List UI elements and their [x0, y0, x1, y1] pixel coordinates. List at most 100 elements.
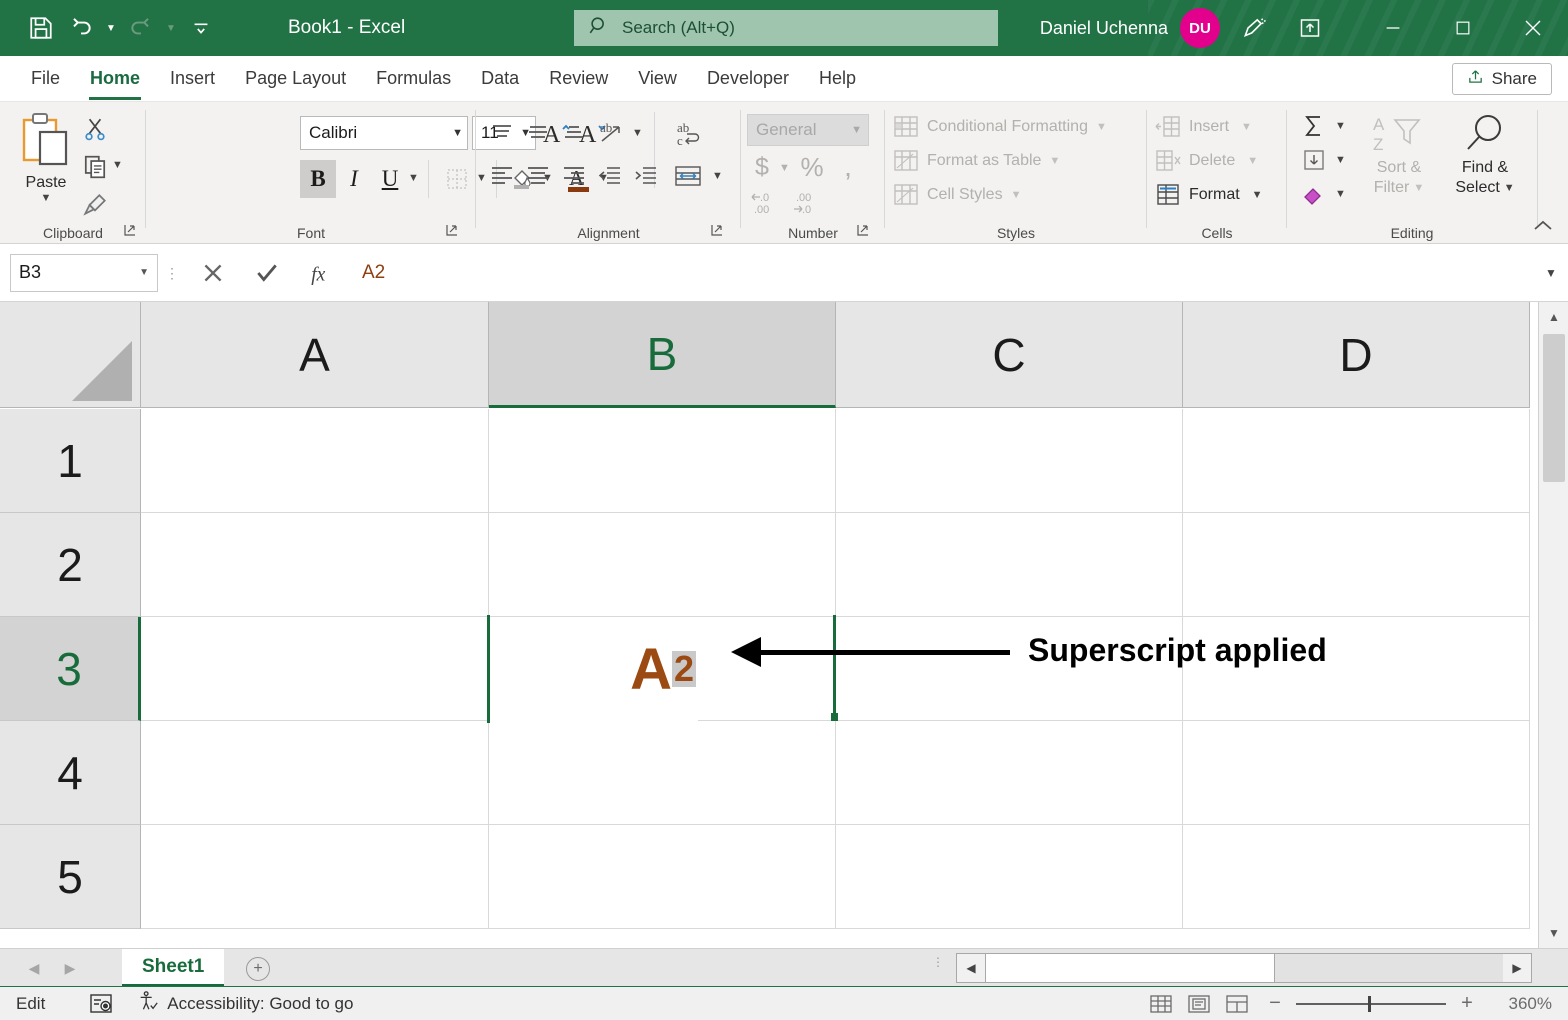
- next-sheet-icon[interactable]: ▶: [58, 957, 82, 979]
- column-header-b[interactable]: B: [489, 302, 836, 408]
- minimize-button[interactable]: [1358, 0, 1428, 56]
- horizontal-split-grip[interactable]: ⋮: [932, 960, 944, 965]
- vertical-scrollbar[interactable]: ▲ ▼: [1538, 302, 1568, 948]
- zoom-in-button[interactable]: +: [1450, 992, 1484, 1015]
- cell-a5[interactable]: [141, 825, 489, 929]
- conditional-formatting-dropdown-icon[interactable]: ▼: [1096, 121, 1107, 133]
- formula-bar-grip[interactable]: ⋮: [158, 271, 186, 275]
- underline-button[interactable]: U: [372, 160, 408, 198]
- tab-data[interactable]: Data: [466, 56, 534, 102]
- paste-button[interactable]: Paste ▼: [10, 110, 82, 222]
- cell-b2[interactable]: [489, 513, 836, 617]
- expand-formula-bar-icon[interactable]: ▼: [1534, 266, 1568, 280]
- cell-a4[interactable]: [141, 721, 489, 825]
- redo-dropdown-icon[interactable]: ▼: [162, 9, 180, 47]
- sheet-tab-sheet1[interactable]: Sheet1: [122, 949, 224, 987]
- accounting-dropdown-icon[interactable]: ▼: [779, 162, 790, 174]
- previous-sheet-icon[interactable]: ◀: [22, 957, 46, 979]
- cell-a2[interactable]: [141, 513, 489, 617]
- horizontal-scrollbar[interactable]: ◀ ▶: [956, 953, 1532, 983]
- customize-quick-access-toolbar-icon[interactable]: [182, 9, 220, 47]
- cell-c1[interactable]: [836, 409, 1183, 513]
- column-header-c[interactable]: C: [836, 302, 1183, 408]
- autosum-button[interactable]: [1295, 110, 1333, 142]
- horizontal-scroll-thumb[interactable]: [985, 954, 1275, 982]
- accounting-format-button[interactable]: $: [747, 150, 777, 184]
- cell-a1[interactable]: [141, 409, 489, 513]
- collapse-ribbon-icon[interactable]: [1532, 217, 1554, 240]
- fill-dropdown-icon[interactable]: ▼: [1335, 154, 1346, 166]
- orientation-dropdown-icon[interactable]: ▼: [632, 127, 643, 139]
- format-as-table-dropdown-icon[interactable]: ▼: [1049, 155, 1060, 167]
- active-cell-editor[interactable]: A2: [489, 617, 698, 721]
- font-name-input[interactable]: Calibri ▼: [300, 116, 468, 150]
- insert-cells-button[interactable]: Insert ▼: [1155, 112, 1252, 142]
- maximize-button[interactable]: [1428, 0, 1498, 56]
- normal-view-icon[interactable]: [1144, 991, 1178, 1017]
- insert-cells-dropdown-icon[interactable]: ▼: [1241, 121, 1252, 133]
- paste-dropdown-icon[interactable]: ▼: [41, 192, 52, 204]
- cell-c4[interactable]: [836, 721, 1183, 825]
- center-align-button[interactable]: [520, 158, 556, 192]
- cell-styles-button[interactable]: Cell Styles ▼: [893, 180, 1021, 210]
- clipboard-dialog-launcher[interactable]: [122, 222, 140, 240]
- cell-c5[interactable]: [836, 825, 1183, 929]
- align-right-button[interactable]: [556, 158, 592, 192]
- cell-d4[interactable]: [1183, 721, 1530, 825]
- tab-developer[interactable]: Developer: [692, 56, 804, 102]
- undo-icon[interactable]: [62, 9, 100, 47]
- row-header-1[interactable]: 1: [0, 409, 141, 513]
- undo-dropdown-icon[interactable]: ▼: [102, 9, 120, 47]
- page-break-preview-icon[interactable]: [1220, 991, 1254, 1017]
- cell-b4[interactable]: [489, 721, 836, 825]
- cancel-icon[interactable]: [186, 251, 240, 295]
- edit-border-handle[interactable]: [831, 713, 838, 721]
- align-left-button[interactable]: [484, 158, 520, 192]
- format-cells-button[interactable]: Format ▼: [1155, 180, 1263, 210]
- cell-styles-dropdown-icon[interactable]: ▼: [1011, 189, 1022, 201]
- column-header-d[interactable]: D: [1183, 302, 1530, 408]
- zoom-slider-thumb[interactable]: [1368, 996, 1371, 1012]
- increase-decimal-button[interactable]: .00 .0: [789, 186, 829, 218]
- sort-and-filter-button[interactable]: A Z Sort & Filter ▼: [1359, 112, 1439, 198]
- find-and-select-button[interactable]: Find & Select ▼: [1439, 112, 1531, 198]
- insert-function-icon[interactable]: fx: [294, 251, 348, 295]
- middle-align-button[interactable]: [520, 116, 556, 150]
- scroll-up-icon[interactable]: ▲: [1539, 302, 1568, 332]
- close-button[interactable]: [1498, 0, 1568, 56]
- conditional-formatting-button[interactable]: Conditional Formatting ▼: [893, 112, 1107, 142]
- merge-and-center-button[interactable]: [668, 158, 708, 196]
- tab-help[interactable]: Help: [804, 56, 871, 102]
- share-button[interactable]: Share: [1452, 63, 1552, 95]
- tab-page-layout[interactable]: Page Layout: [230, 56, 361, 102]
- copy-dropdown-icon[interactable]: ▼: [112, 159, 123, 171]
- scroll-down-icon[interactable]: ▼: [1539, 918, 1568, 948]
- cell-c2[interactable]: [836, 513, 1183, 617]
- wrap-text-button[interactable]: ab c: [668, 114, 708, 154]
- tab-view[interactable]: View: [623, 56, 692, 102]
- page-layout-view-icon[interactable]: [1182, 991, 1216, 1017]
- clear-button[interactable]: [1295, 178, 1333, 210]
- formula-input[interactable]: A2: [348, 253, 1534, 293]
- format-as-table-button[interactable]: Format as Table ▼: [893, 146, 1060, 176]
- cell-d1[interactable]: [1183, 409, 1530, 513]
- delete-cells-button[interactable]: Delete ▼: [1155, 146, 1258, 176]
- zoom-out-button[interactable]: −: [1258, 992, 1292, 1015]
- top-align-button[interactable]: [484, 116, 520, 150]
- zoom-slider[interactable]: [1296, 994, 1446, 1014]
- font-dialog-launcher[interactable]: [444, 222, 462, 240]
- tab-home[interactable]: Home: [75, 56, 155, 102]
- autosum-dropdown-icon[interactable]: ▼: [1335, 120, 1346, 132]
- scroll-right-icon[interactable]: ▶: [1503, 954, 1531, 982]
- bold-button[interactable]: B: [300, 160, 336, 198]
- cell-b1[interactable]: [489, 409, 836, 513]
- number-format-select[interactable]: General ▼: [747, 114, 869, 146]
- enter-icon[interactable]: [240, 251, 294, 295]
- format-cells-dropdown-icon[interactable]: ▼: [1252, 189, 1263, 201]
- font-name-dropdown-icon[interactable]: ▼: [452, 127, 463, 139]
- select-all-button[interactable]: [0, 302, 141, 408]
- fill-button[interactable]: [1295, 144, 1333, 176]
- tab-insert[interactable]: Insert: [155, 56, 230, 102]
- find-select-dropdown-icon[interactable]: ▼: [1504, 178, 1515, 198]
- accessibility-status[interactable]: Accessibility: Good to go: [137, 990, 353, 1017]
